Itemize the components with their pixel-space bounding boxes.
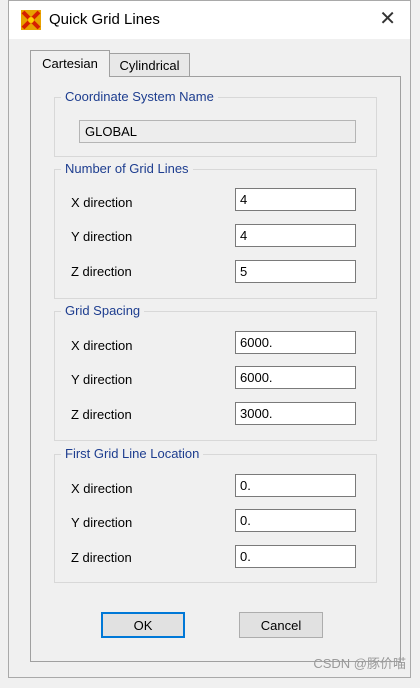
spacing-x-input[interactable]: 6000. <box>235 331 356 354</box>
z-direction-label: Z direction <box>71 550 132 565</box>
first-line-y-input[interactable]: 0. <box>235 509 356 532</box>
first-line-x-input[interactable]: 0. <box>235 474 356 497</box>
first-grid-line-location-group: First Grid Line Location X direction 0. … <box>54 446 377 583</box>
watermark: CSDN @豚价喵 <box>313 656 406 671</box>
group-title: Coordinate System Name <box>61 89 218 104</box>
group-title: Grid Spacing <box>61 303 145 318</box>
app-icon <box>21 10 41 30</box>
num-grid-y-input[interactable]: 4 <box>235 224 356 247</box>
window-title: Quick Grid Lines <box>49 11 160 28</box>
cartesian-tab-panel: Coordinate System Name GLOBAL Number of … <box>30 76 401 662</box>
y-direction-label: Y direction <box>71 229 133 244</box>
spacing-z-input[interactable]: 3000. <box>235 402 356 425</box>
cancel-button[interactable]: Cancel <box>239 612 323 638</box>
x-direction-label: X direction <box>71 338 133 353</box>
num-grid-z-input[interactable]: 5 <box>235 260 356 283</box>
quick-grid-lines-dialog: Quick Grid Lines ✕ Cartesian Cylindrical… <box>8 0 411 678</box>
tab-cartesian[interactable]: Cartesian <box>30 50 110 77</box>
title-bar: Quick Grid Lines ✕ <box>9 1 410 39</box>
num-grid-x-input[interactable]: 4 <box>235 188 356 211</box>
y-direction-label: Y direction <box>71 372 133 387</box>
number-of-grid-lines-group: Number of Grid Lines X direction 4 Y dir… <box>54 161 377 299</box>
group-title: Number of Grid Lines <box>61 161 193 176</box>
ok-button[interactable]: OK <box>101 612 185 638</box>
tab-cylindrical[interactable]: Cylindrical <box>110 53 190 77</box>
x-direction-label: X direction <box>71 481 133 496</box>
group-title: First Grid Line Location <box>61 446 204 461</box>
spacing-y-input[interactable]: 6000. <box>235 366 356 389</box>
close-icon[interactable]: ✕ <box>379 9 396 29</box>
z-direction-label: Z direction <box>71 407 132 422</box>
first-line-z-input[interactable]: 0. <box>235 545 356 568</box>
y-direction-label: Y direction <box>71 515 133 530</box>
grid-spacing-group: Grid Spacing X direction 6000. Y directi… <box>54 303 377 441</box>
x-direction-label: X direction <box>71 195 133 210</box>
coordinate-system-group: Coordinate System Name GLOBAL <box>54 89 377 157</box>
z-direction-label: Z direction <box>71 264 132 279</box>
coordinate-system-name-field: GLOBAL <box>79 120 356 143</box>
